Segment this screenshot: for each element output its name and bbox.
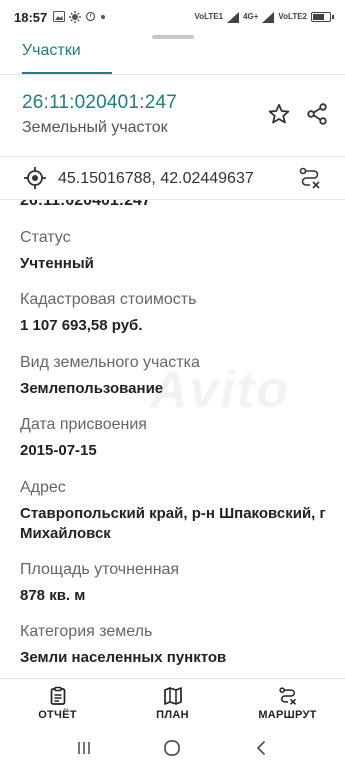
field-label: Категория земель	[20, 623, 153, 640]
back-button[interactable]	[246, 733, 276, 763]
parcel-cadastral-number: 26:11:020401:247	[22, 92, 177, 113]
network-label-2: VoLTE2	[278, 12, 307, 21]
report-icon	[50, 686, 65, 705]
field-value: Землепользование	[20, 380, 164, 397]
signal-icon	[227, 11, 240, 23]
gallery-icon	[53, 11, 66, 22]
network-label-1: VoLTE1	[194, 12, 224, 21]
field-label: Статус	[20, 229, 71, 246]
home-icon	[164, 739, 181, 756]
recent-apps-icon	[78, 741, 90, 754]
status-bar: 18:57 VoLTE1 4G+ VoLTE2	[0, 0, 345, 34]
favorite-button[interactable]	[264, 99, 294, 129]
share-button[interactable]	[302, 99, 332, 129]
parcel-type: Земельный участок	[22, 119, 168, 136]
field-value: 1 107 693,58 руб.	[20, 317, 143, 334]
bottom-nav: ОТЧЁТ ПЛАН МАРШРУТ	[0, 678, 345, 728]
network-type-label: 4G+	[243, 12, 259, 21]
plan-button[interactable]: ПЛАН	[115, 679, 230, 728]
locate-button[interactable]	[21, 164, 49, 192]
share-icon	[307, 103, 327, 125]
battery-level	[313, 14, 324, 20]
coordinates-bar: 45.15016788, 42.02449637	[0, 156, 345, 200]
field-label: Адрес	[20, 479, 66, 496]
field-land-category: Категория земель Земли населенных пункто…	[20, 622, 340, 668]
field-cadastral-cost: Кадастровая стоимость 1 107 693,58 руб.	[20, 290, 340, 336]
settings-icon	[69, 11, 82, 23]
back-icon	[256, 740, 265, 755]
report-label: ОТЧЁТ	[38, 709, 77, 721]
notification-icons	[53, 11, 106, 23]
battery-icon	[311, 12, 334, 22]
route-icon	[278, 687, 296, 705]
signal-icon-2	[262, 11, 275, 23]
field-address: Адрес Ставропольский край, р-н Шпаковски…	[20, 478, 340, 544]
divider	[0, 74, 345, 75]
field-label: Площадь уточненная	[20, 561, 180, 578]
field-value: Земли населенных пунктов	[20, 649, 227, 666]
field-parcel-kind: Вид земельного участка Землепользование	[20, 353, 340, 399]
coordinates-text[interactable]: 45.15016788, 42.02449637	[58, 170, 254, 188]
recent-apps-button[interactable]	[69, 733, 99, 763]
route-cancel-button[interactable]	[296, 164, 324, 192]
tab-parcels[interactable]: Участки	[22, 42, 81, 60]
route-button[interactable]: МАРШРУТ	[230, 679, 345, 728]
system-nav-bar	[0, 728, 345, 767]
dot-icon	[101, 15, 106, 19]
report-button[interactable]: ОТЧЁТ	[0, 679, 115, 728]
crosshair-icon	[24, 167, 46, 189]
field-assignment-date: Дата присвоения 2015-07-15	[20, 415, 340, 461]
field-value: 878 кв. м	[20, 587, 86, 604]
route-off-icon	[299, 167, 320, 189]
status-time: 18:57	[14, 9, 48, 25]
field-value: 2015-07-15	[20, 442, 97, 459]
map-icon	[163, 687, 182, 705]
plan-label: ПЛАН	[156, 709, 189, 721]
field-status: Статус Учтенный	[20, 228, 340, 274]
home-button[interactable]	[157, 733, 187, 763]
field-value: Ставропольский край, р-н Шпаковский, г М…	[20, 505, 326, 542]
field-area: Площадь уточненная 878 кв. м	[20, 560, 340, 606]
sheet-drag-handle[interactable]	[152, 35, 194, 39]
field-label: Дата присвоения	[20, 416, 147, 433]
field-label: Кадастровая стоимость	[20, 291, 197, 308]
field-label: Вид земельного участка	[20, 354, 200, 371]
star-icon	[268, 103, 290, 124]
field-value: Учтенный	[20, 255, 94, 272]
alarm-icon	[86, 11, 96, 22]
route-label: МАРШРУТ	[258, 709, 317, 721]
